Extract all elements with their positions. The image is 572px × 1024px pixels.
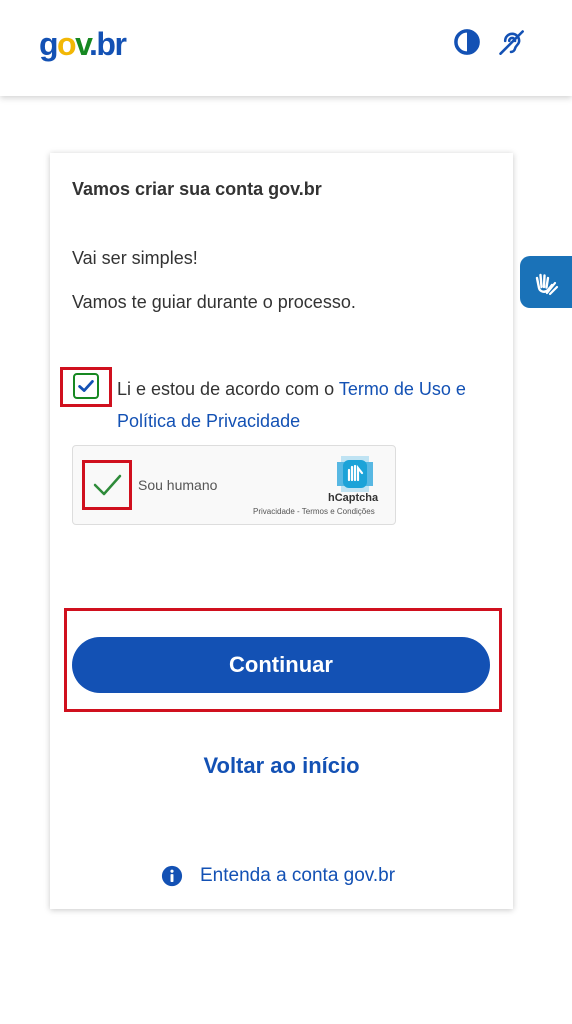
terms-checkbox[interactable] [73, 373, 99, 399]
back-to-start-link[interactable]: Voltar ao início [50, 753, 513, 779]
hcaptcha-logo-icon [337, 456, 373, 492]
terms-label: Li e estou de acordo com o Termo de Uso … [117, 373, 477, 437]
hcaptcha-links[interactable]: Privacidade - Termos e Condições [253, 507, 375, 516]
contrast-icon[interactable] [453, 28, 481, 56]
govbr-logo[interactable]: gov.br [39, 24, 127, 64]
checkmark-icon [93, 474, 122, 496]
logo-letter-o: o [57, 26, 77, 62]
checkmark-icon [78, 380, 94, 392]
continue-button[interactable]: Continuar [72, 637, 490, 693]
hcaptcha-brand: hCaptcha [328, 492, 379, 504]
signup-card: Vamos criar sua conta gov.br Vai ser sim… [50, 153, 513, 909]
captcha-checkbox[interactable] [82, 460, 132, 510]
intro-text-2: Vamos te guiar durante o processo. [72, 292, 356, 312]
hearing-accessibility-icon[interactable] [497, 28, 525, 56]
understand-account-link[interactable]: Entenda a conta gov.br [161, 863, 395, 889]
sign-language-icon [535, 273, 559, 296]
captcha-label: Sou humano [138, 477, 218, 493]
intro-text-1: Vai ser simples! [72, 248, 198, 268]
terms-prefix: Li e estou de acordo com o [117, 379, 339, 399]
logo-letter-g: g [39, 26, 59, 62]
logo-letter-v: v [75, 26, 90, 62]
vlibras-button[interactable] [520, 256, 572, 308]
logo-suffix: .br [89, 26, 127, 62]
info-icon [161, 865, 183, 887]
understand-account-label: Entenda a conta gov.br [200, 865, 396, 886]
hcaptcha-widget: Sou humano hCaptcha Privacidade - Termos… [72, 445, 396, 525]
top-header: gov.br [0, 0, 572, 96]
card-title: Vamos criar sua conta gov.br [72, 179, 322, 199]
